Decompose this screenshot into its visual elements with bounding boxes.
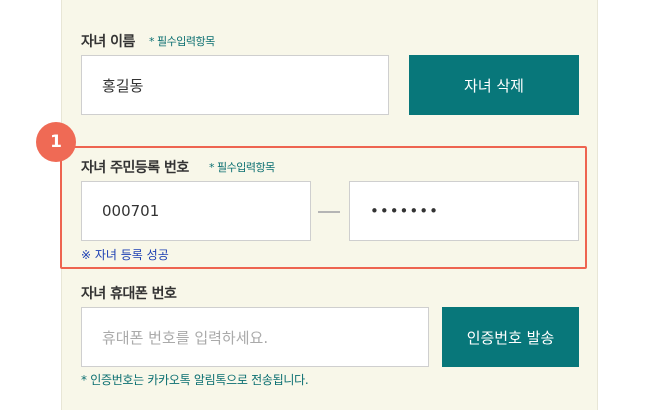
phone-input[interactable]: 휴대폰 번호를 입력하세요. xyxy=(81,307,429,367)
rrn-separator xyxy=(318,211,340,213)
child-name-label: 자녀 이름 xyxy=(81,34,135,50)
verification-note: * 인증번호는 카카오톡 알림톡으로 전송됩니다. xyxy=(81,373,309,387)
rrn-back-input[interactable]: ••••••• xyxy=(349,181,579,241)
rrn-required-note: * 필수입력항목 xyxy=(209,161,275,174)
rrn-label: 자녀 주민등록 번호 xyxy=(81,160,189,176)
registration-status: ※ 자녀 등록 성공 xyxy=(81,248,169,262)
child-name-input[interactable]: 홍길동 xyxy=(81,55,389,115)
send-code-button[interactable]: 인증번호 발송 xyxy=(442,307,579,367)
step-badge: 1 xyxy=(36,122,76,162)
child-name-required-note: * 필수입력항목 xyxy=(149,35,215,48)
rrn-front-input[interactable]: 000701 xyxy=(81,181,311,241)
phone-label: 자녀 휴대폰 번호 xyxy=(81,286,177,302)
delete-child-button[interactable]: 자녀 삭제 xyxy=(409,55,579,115)
